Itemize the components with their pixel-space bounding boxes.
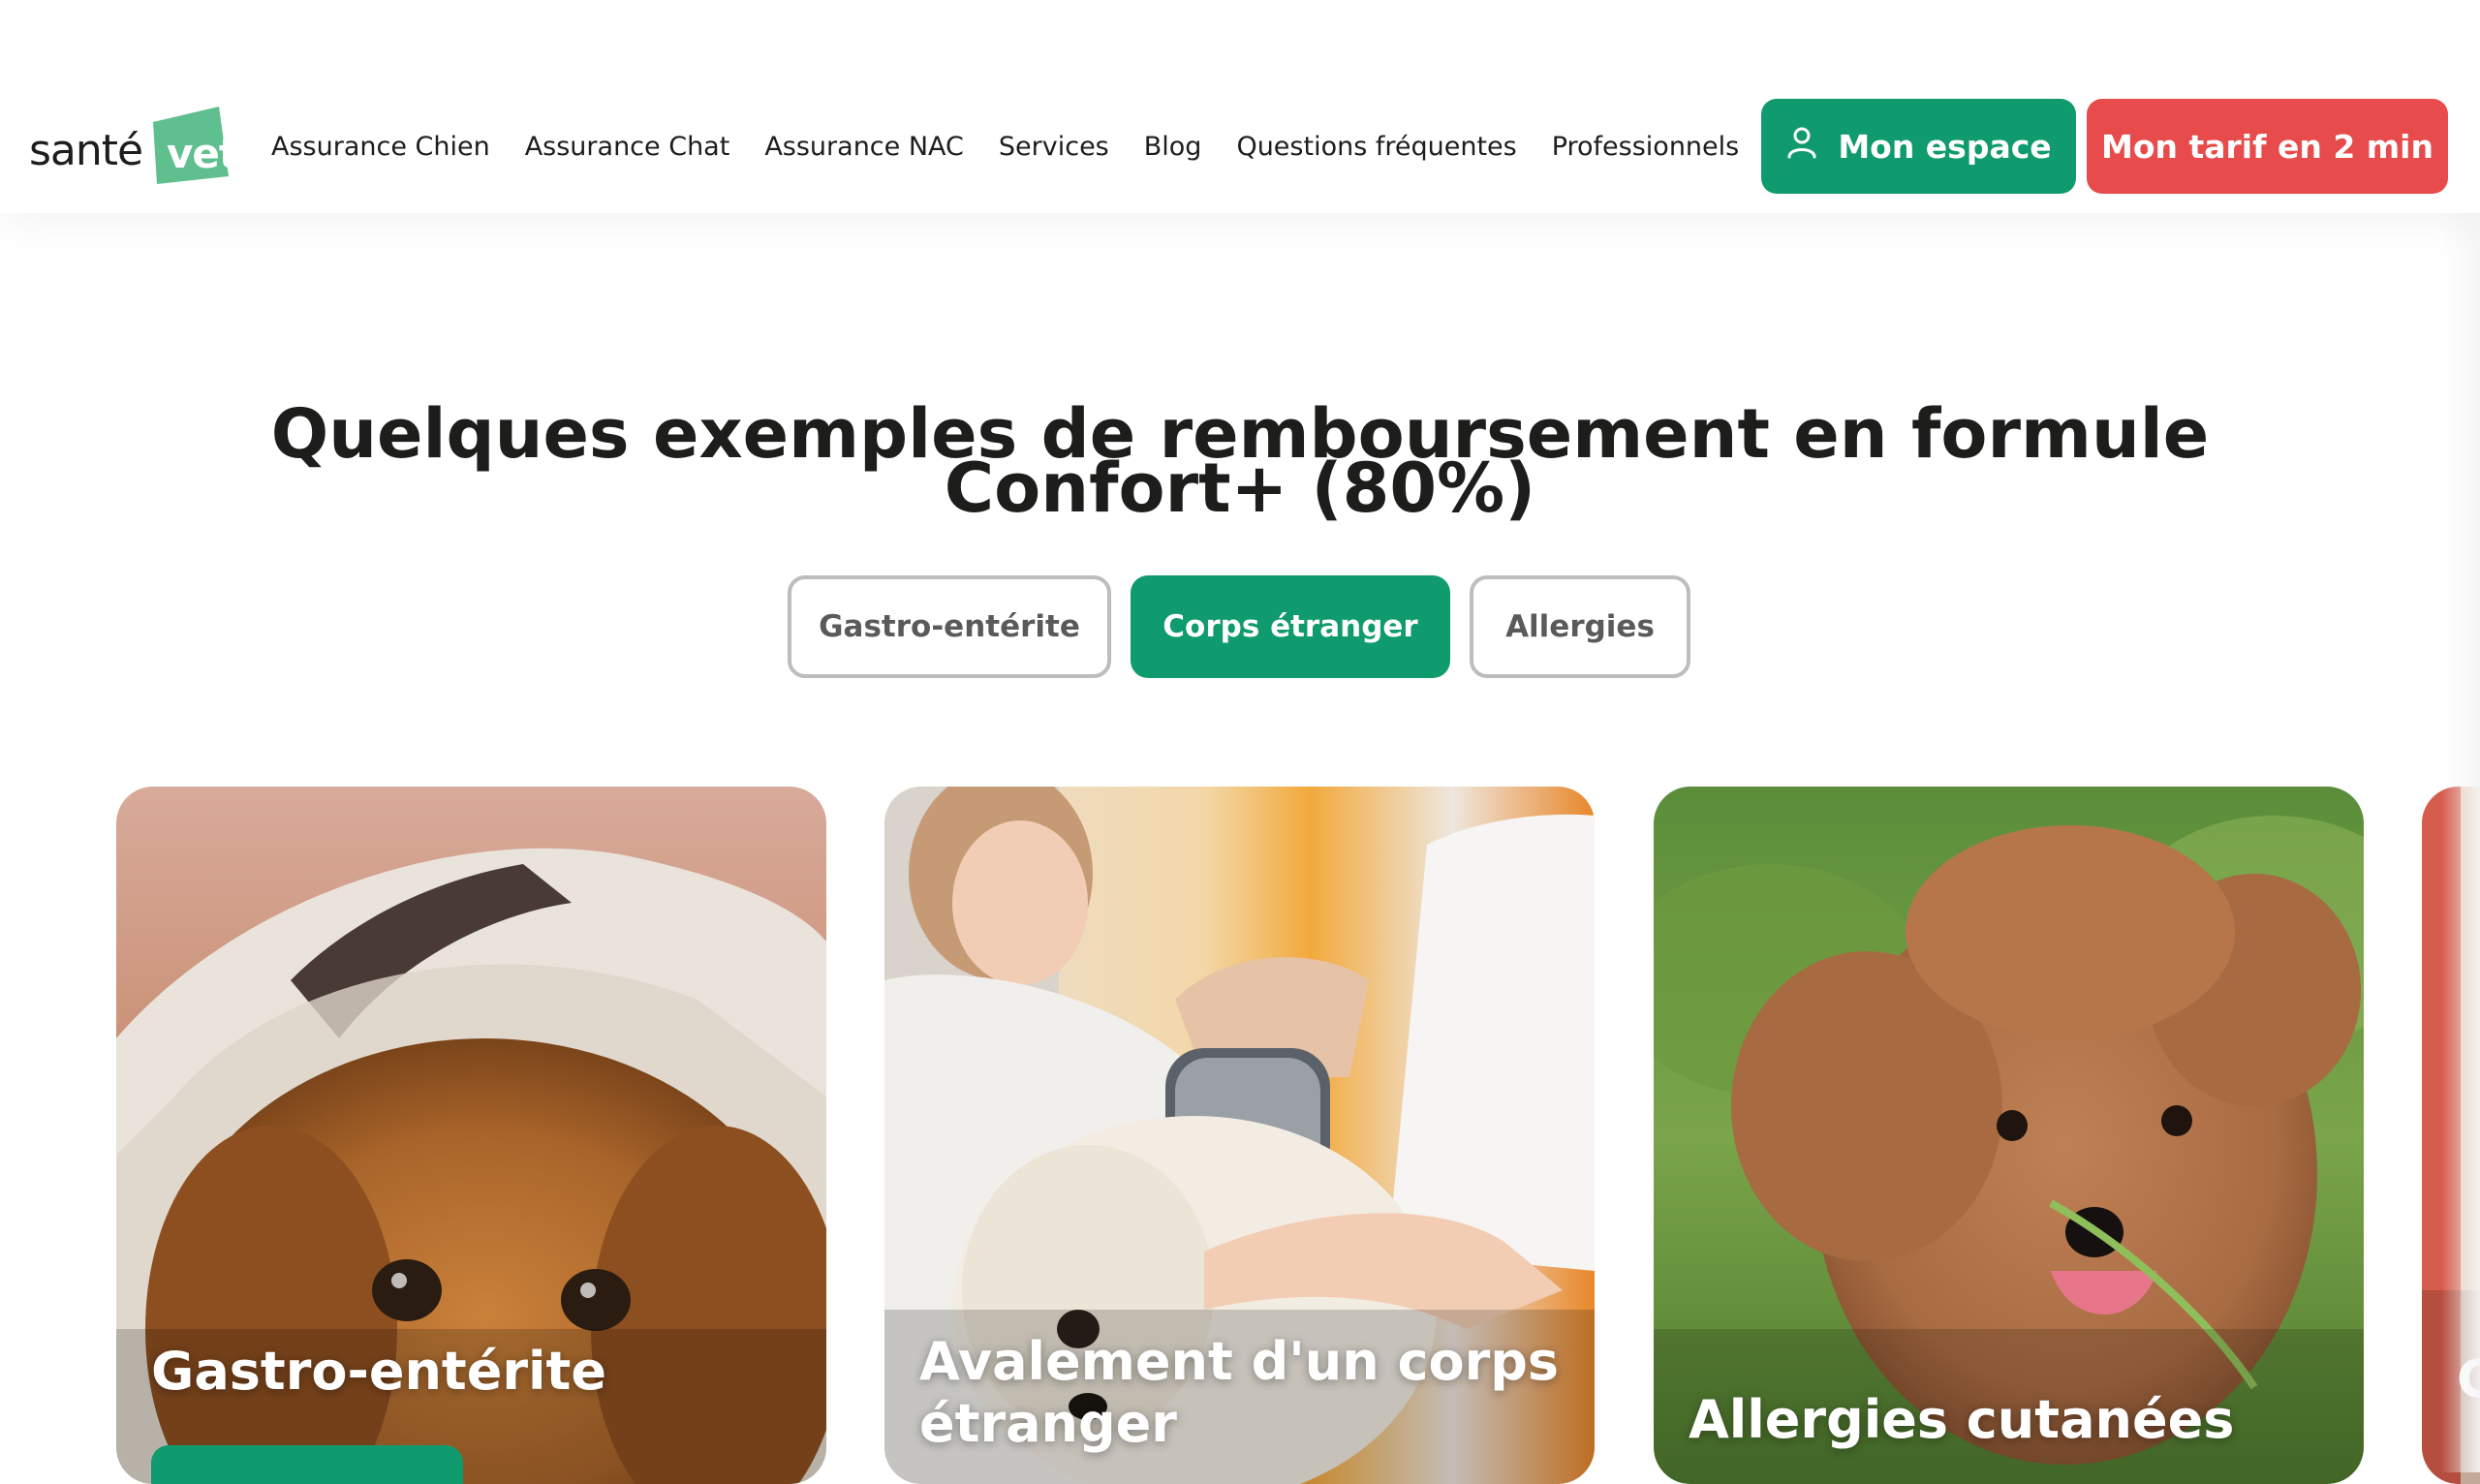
tab-gastro-enterite[interactable]: Gastro-entérite xyxy=(788,575,1111,678)
nav-professionnels[interactable]: Professionnels xyxy=(1552,132,1740,162)
nav-assurance-chien[interactable]: Assurance Chien xyxy=(271,132,490,162)
mon-tarif-label: Mon tarif en 2 min xyxy=(2101,127,2434,166)
logo-word: santé xyxy=(29,126,143,175)
main-nav: Assurance Chien Assurance Chat Assurance… xyxy=(271,124,1739,169)
card-corps-etranger[interactable]: Avalement d'un corps étranger xyxy=(884,787,1595,1484)
user-icon xyxy=(1785,126,1818,167)
card-gastro-enterite[interactable]: Gastro-entérite xyxy=(116,787,826,1484)
nav-blog[interactable]: Blog xyxy=(1144,132,1202,162)
mon-espace-button[interactable]: Mon espace xyxy=(1761,99,2076,194)
nav-services[interactable]: Services xyxy=(999,132,1109,162)
site-header: santé vet Assurance Chien Assurance Chat… xyxy=(0,0,2480,213)
card-title: Avalement d'un corps étranger xyxy=(919,1331,1559,1454)
tab-corps-etranger[interactable]: Corps étranger xyxy=(1131,575,1450,678)
card-allergies-cutanees[interactable]: Allergies cutanées xyxy=(1654,787,2364,1484)
logo-badge: vet xyxy=(149,107,238,184)
section-title: Quelques exemples de remboursement en fo… xyxy=(270,394,2210,528)
card-title: Gastro-entérite xyxy=(151,1341,606,1402)
card-cta-button[interactable] xyxy=(151,1445,463,1484)
nav-assurance-chat[interactable]: Assurance Chat xyxy=(525,132,730,162)
tab-allergies[interactable]: Allergies xyxy=(1470,575,1690,678)
nav-assurance-nac[interactable]: Assurance NAC xyxy=(764,132,964,162)
carousel-edge-fade xyxy=(2441,213,2480,1472)
nav-questions-frequentes[interactable]: Questions fréquentes xyxy=(1236,132,1516,162)
santevet-logo[interactable]: santé vet xyxy=(29,105,238,187)
brown-poodle-in-grass-photo xyxy=(1654,787,2364,1484)
example-tabs: Gastro-entérite Corps étranger Allergies xyxy=(788,575,1690,678)
mon-tarif-button[interactable]: Mon tarif en 2 min xyxy=(2087,99,2448,194)
logo-badge-text: vet xyxy=(167,130,238,177)
card-title: Allergies cutanées xyxy=(1689,1389,2235,1450)
mon-espace-label: Mon espace xyxy=(1838,127,2052,166)
